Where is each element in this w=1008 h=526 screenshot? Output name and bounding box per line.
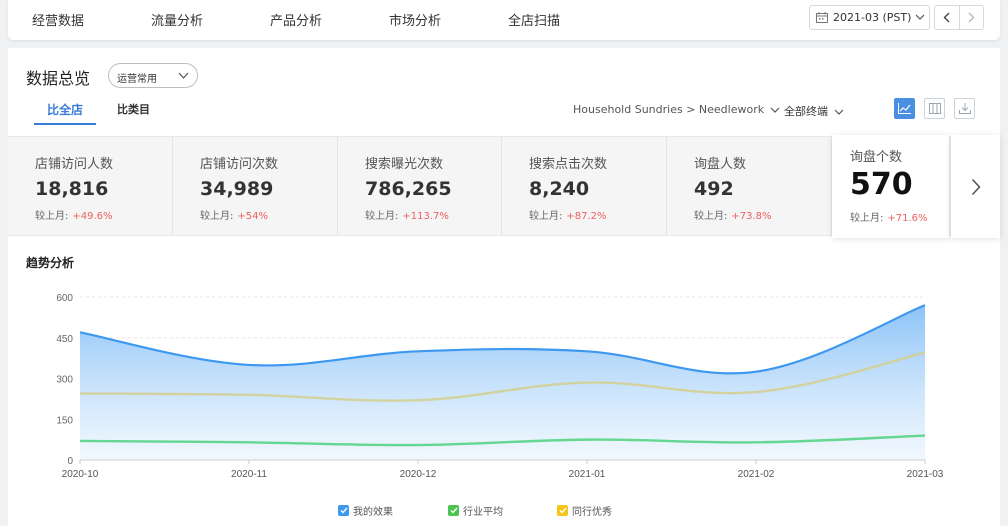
top-navigation: 经营数据 流量分析 产品分析 市场分析 全店扫描 2021-03 (PST)	[8, 0, 1000, 40]
x-tick-label: 2020-10	[62, 469, 99, 480]
line-chart-icon	[898, 103, 911, 114]
comparison-label: 较上月:	[850, 213, 884, 224]
x-tick-label: 2021-01	[569, 469, 606, 480]
month-picker-value: 2021-03 (PST)	[833, 11, 912, 24]
metric-value: 570	[850, 167, 913, 202]
terminal-selector[interactable]: 全部终端	[784, 103, 844, 119]
nav-product-analysis[interactable]: 产品分析	[270, 10, 322, 29]
download-button[interactable]	[954, 98, 975, 119]
comparison-label: 较上月:	[694, 211, 728, 222]
comparison-label: 较上月:	[35, 211, 69, 222]
metric-comparison: 较上月: +54%	[200, 207, 268, 222]
terminal-selector-value: 全部终端	[784, 105, 828, 118]
metric-label: 搜索曝光次数	[365, 157, 444, 172]
metric-label: 店铺访问人数	[35, 157, 114, 172]
metric-label: 询盘人数	[694, 157, 747, 172]
x-tick-label: 2020-12	[400, 469, 437, 480]
next-metrics-button[interactable]	[951, 135, 1000, 238]
nav-traffic-analysis[interactable]: 流量分析	[151, 10, 203, 29]
y-tick-label: 300	[56, 375, 73, 386]
calendar-icon	[816, 12, 828, 23]
metric-comparison: 较上月: +73.8%	[694, 207, 772, 222]
chevron-left-icon	[943, 12, 950, 23]
metric-card-store-visitors[interactable]: 店铺访问人数 18,816 较上月: +49.6%	[8, 137, 173, 236]
line-chart-view-button[interactable]	[894, 98, 915, 119]
change-percent: +113.7%	[402, 211, 449, 222]
previous-month-button[interactable]	[935, 6, 959, 29]
data-overview-panel: 数据总览 运营常用 比全店 比类目 Household Sundries > N…	[8, 48, 1000, 526]
nav-store-scan[interactable]: 全店扫描	[508, 10, 560, 29]
comparison-label: 较上月:	[365, 211, 399, 222]
chevron-right-icon	[971, 178, 981, 195]
metric-comparison: 较上月: +87.2%	[529, 207, 607, 222]
metric-value: 34,989	[200, 178, 274, 200]
category-selector-value: Household Sundries > Needlework	[573, 103, 765, 116]
legend-item-mine[interactable]: 我的效果	[338, 503, 393, 518]
trend-title: 趋势分析	[26, 256, 75, 270]
metric-card-inquiries[interactable]: 询盘个数 570 较上月: +71.6%	[832, 135, 949, 238]
chevron-down-icon	[770, 107, 780, 113]
chevron-down-icon	[834, 109, 844, 115]
table-columns-icon	[928, 103, 941, 114]
next-month-button[interactable]	[958, 6, 984, 29]
change-percent: +54%	[237, 211, 268, 222]
metric-value: 8,240	[529, 178, 590, 200]
x-tick-label: 2021-03	[907, 469, 944, 480]
change-percent: +71.6%	[887, 213, 928, 224]
download-icon	[958, 103, 971, 114]
tab-compare-store[interactable]: 比全店	[34, 101, 96, 125]
legend-label: 我的效果	[353, 507, 393, 518]
tab-compare-category[interactable]: 比类目	[117, 101, 150, 117]
metric-value: 786,265	[365, 178, 452, 200]
metric-value: 492	[694, 178, 734, 200]
trend-chart: 0 150 300 450 600 2020-10 2020-11 2020-12 2021-0…	[56, 293, 944, 480]
chevron-down-icon	[915, 14, 925, 20]
metric-label: 询盘个数	[850, 150, 903, 165]
category-selector[interactable]: Household Sundries > Needlework	[573, 103, 780, 116]
page-title: 数据总览	[26, 69, 91, 88]
metric-cards: 店铺访问人数 18,816 较上月: +49.6% 店铺访问次数 34,989 较…	[8, 135, 1000, 238]
x-tick-label: 2021-02	[738, 469, 775, 480]
checkbox-checked-icon	[448, 505, 459, 516]
metric-card-inquiry-users[interactable]: 询盘人数 492 较上月: +73.8%	[667, 137, 832, 236]
change-percent: +73.8%	[731, 211, 772, 222]
legend-item-peer-excellent[interactable]: 同行优秀	[557, 503, 612, 518]
comparison-label: 较上月:	[200, 211, 234, 222]
series-area-mine	[80, 305, 925, 460]
y-tick-label: 0	[67, 456, 73, 467]
metric-comparison: 较上月: +49.6%	[35, 207, 113, 222]
y-tick-label: 600	[56, 293, 73, 304]
month-picker[interactable]: 2021-03 (PST)	[809, 5, 930, 30]
metric-value: 18,816	[35, 178, 109, 200]
metric-comparison: 较上月: +113.7%	[365, 207, 449, 222]
change-percent: +49.6%	[72, 211, 113, 222]
checkbox-checked-icon	[338, 505, 349, 516]
preset-select[interactable]: 运营常用	[108, 63, 198, 88]
y-tick-label: 450	[56, 334, 73, 345]
table-view-button[interactable]	[924, 98, 945, 119]
change-percent: +87.2%	[566, 211, 607, 222]
y-tick-label: 150	[56, 415, 73, 426]
legend-item-industry-average[interactable]: 行业平均	[448, 503, 503, 518]
metric-comparison: 较上月: +71.6%	[850, 209, 928, 224]
chevron-right-icon	[968, 12, 975, 23]
metric-label: 店铺访问次数	[200, 157, 279, 172]
chevron-down-icon	[178, 72, 189, 79]
checkbox-checked-icon	[557, 505, 568, 516]
metric-card-search-impressions[interactable]: 搜索曝光次数 786,265 较上月: +113.7%	[338, 137, 502, 236]
preset-select-value: 运营常用	[117, 74, 157, 85]
legend-label: 同行优秀	[572, 507, 612, 518]
legend-label: 行业平均	[463, 507, 503, 518]
month-pager	[934, 5, 984, 30]
metric-label: 搜索点击次数	[529, 157, 608, 172]
x-tick-label: 2020-11	[231, 469, 267, 480]
metric-card-store-visits[interactable]: 店铺访问次数 34,989 较上月: +54%	[173, 137, 338, 236]
metric-card-search-clicks[interactable]: 搜索点击次数 8,240 较上月: +87.2%	[502, 137, 667, 236]
nav-business-data[interactable]: 经营数据	[32, 10, 84, 29]
nav-market-analysis[interactable]: 市场分析	[389, 10, 441, 29]
comparison-label: 较上月:	[529, 211, 563, 222]
